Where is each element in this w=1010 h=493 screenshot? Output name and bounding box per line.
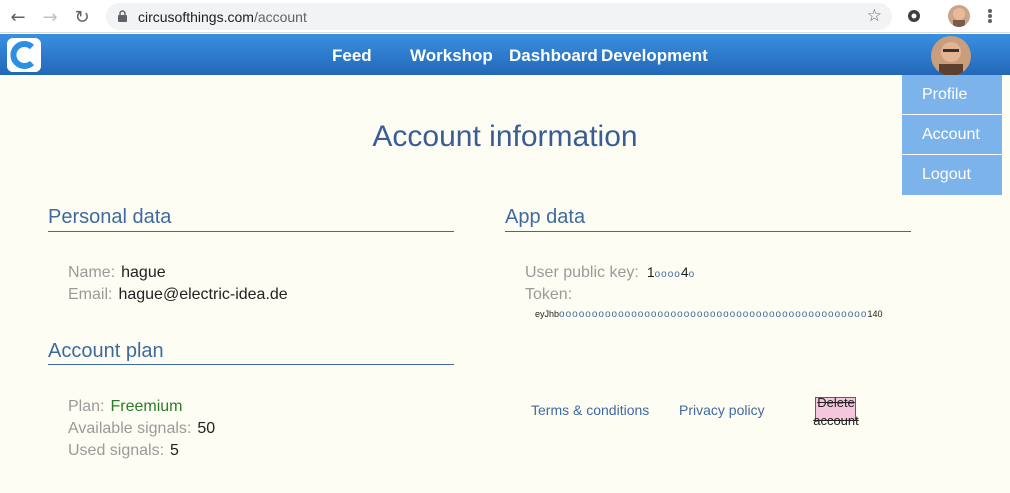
- email-label: Email:: [68, 286, 113, 303]
- user-avatar[interactable]: [931, 36, 971, 76]
- available-signals-label: Available signals:: [68, 420, 192, 437]
- email-row: Email: hague@electric-idea.de: [68, 286, 288, 304]
- reload-icon[interactable]: ↻: [70, 5, 94, 29]
- app-divider: [505, 231, 911, 232]
- public-key-row: User public key: 1oooo4o: [525, 264, 695, 282]
- personal-divider: [48, 231, 454, 232]
- back-arrow-icon[interactable]: ←: [6, 5, 30, 29]
- personal-data-heading: Personal data: [48, 206, 172, 228]
- menu-item-logout[interactable]: Logout: [902, 155, 1002, 195]
- delete-account-button[interactable]: Delete account: [811, 394, 861, 428]
- browser-toolbar: ← → ↻ circusofthings.com/account ☆: [0, 0, 1010, 33]
- used-signals-value: 5: [170, 442, 179, 459]
- nav-link-dashboard[interactable]: Dashboard: [509, 46, 598, 66]
- bookmark-star-icon[interactable]: ☆: [867, 6, 882, 26]
- plan-divider: [48, 364, 454, 365]
- page-title: Account information: [372, 120, 638, 153]
- used-signals-label: Used signals:: [68, 442, 165, 459]
- plan-value: Freemium: [110, 398, 183, 415]
- name-label: Name:: [68, 264, 116, 281]
- forward-arrow-icon[interactable]: →: [38, 5, 62, 29]
- token-row: Token:: [525, 286, 572, 304]
- app-navbar: Feed Workshop Dashboard Development: [0, 34, 1010, 76]
- privacy-link[interactable]: Privacy policy: [679, 402, 765, 418]
- account-plan-heading: Account plan: [48, 340, 164, 362]
- nav-link-workshop[interactable]: Workshop: [410, 46, 493, 66]
- url-text: circusofthings.com/account: [138, 9, 307, 25]
- browser-menu-icon[interactable]: [982, 5, 998, 27]
- plan-row: Plan: Freemium: [68, 398, 182, 416]
- lock-icon: [118, 10, 127, 22]
- used-signals-row: Used signals: 5: [68, 442, 179, 460]
- address-bar[interactable]: circusofthings.com/account ☆: [106, 3, 892, 30]
- public-key-label: User public key:: [525, 264, 639, 281]
- email-value: hague@electric-idea.de: [118, 286, 288, 303]
- app-data-heading: App data: [505, 206, 586, 228]
- nav-link-feed[interactable]: Feed: [332, 46, 372, 66]
- plan-label: Plan:: [68, 398, 105, 415]
- available-signals-value: 50: [197, 420, 216, 437]
- token-label: Token:: [525, 286, 573, 303]
- menu-item-profile[interactable]: Profile: [902, 75, 1002, 115]
- name-row: Name: hague: [68, 264, 166, 282]
- public-key-value: 1oooo4o: [646, 264, 696, 280]
- terms-link[interactable]: Terms & conditions: [531, 402, 649, 418]
- name-value: hague: [121, 264, 166, 281]
- token-value: eyJhbooooooooooooooooooooooooooooooooooo…: [535, 309, 883, 320]
- extension-icon[interactable]: [906, 8, 922, 24]
- nav-link-development[interactable]: Development: [601, 46, 708, 66]
- profile-avatar[interactable]: [948, 5, 970, 27]
- circus-logo-icon[interactable]: [7, 38, 41, 72]
- available-signals-row: Available signals: 50: [68, 420, 215, 438]
